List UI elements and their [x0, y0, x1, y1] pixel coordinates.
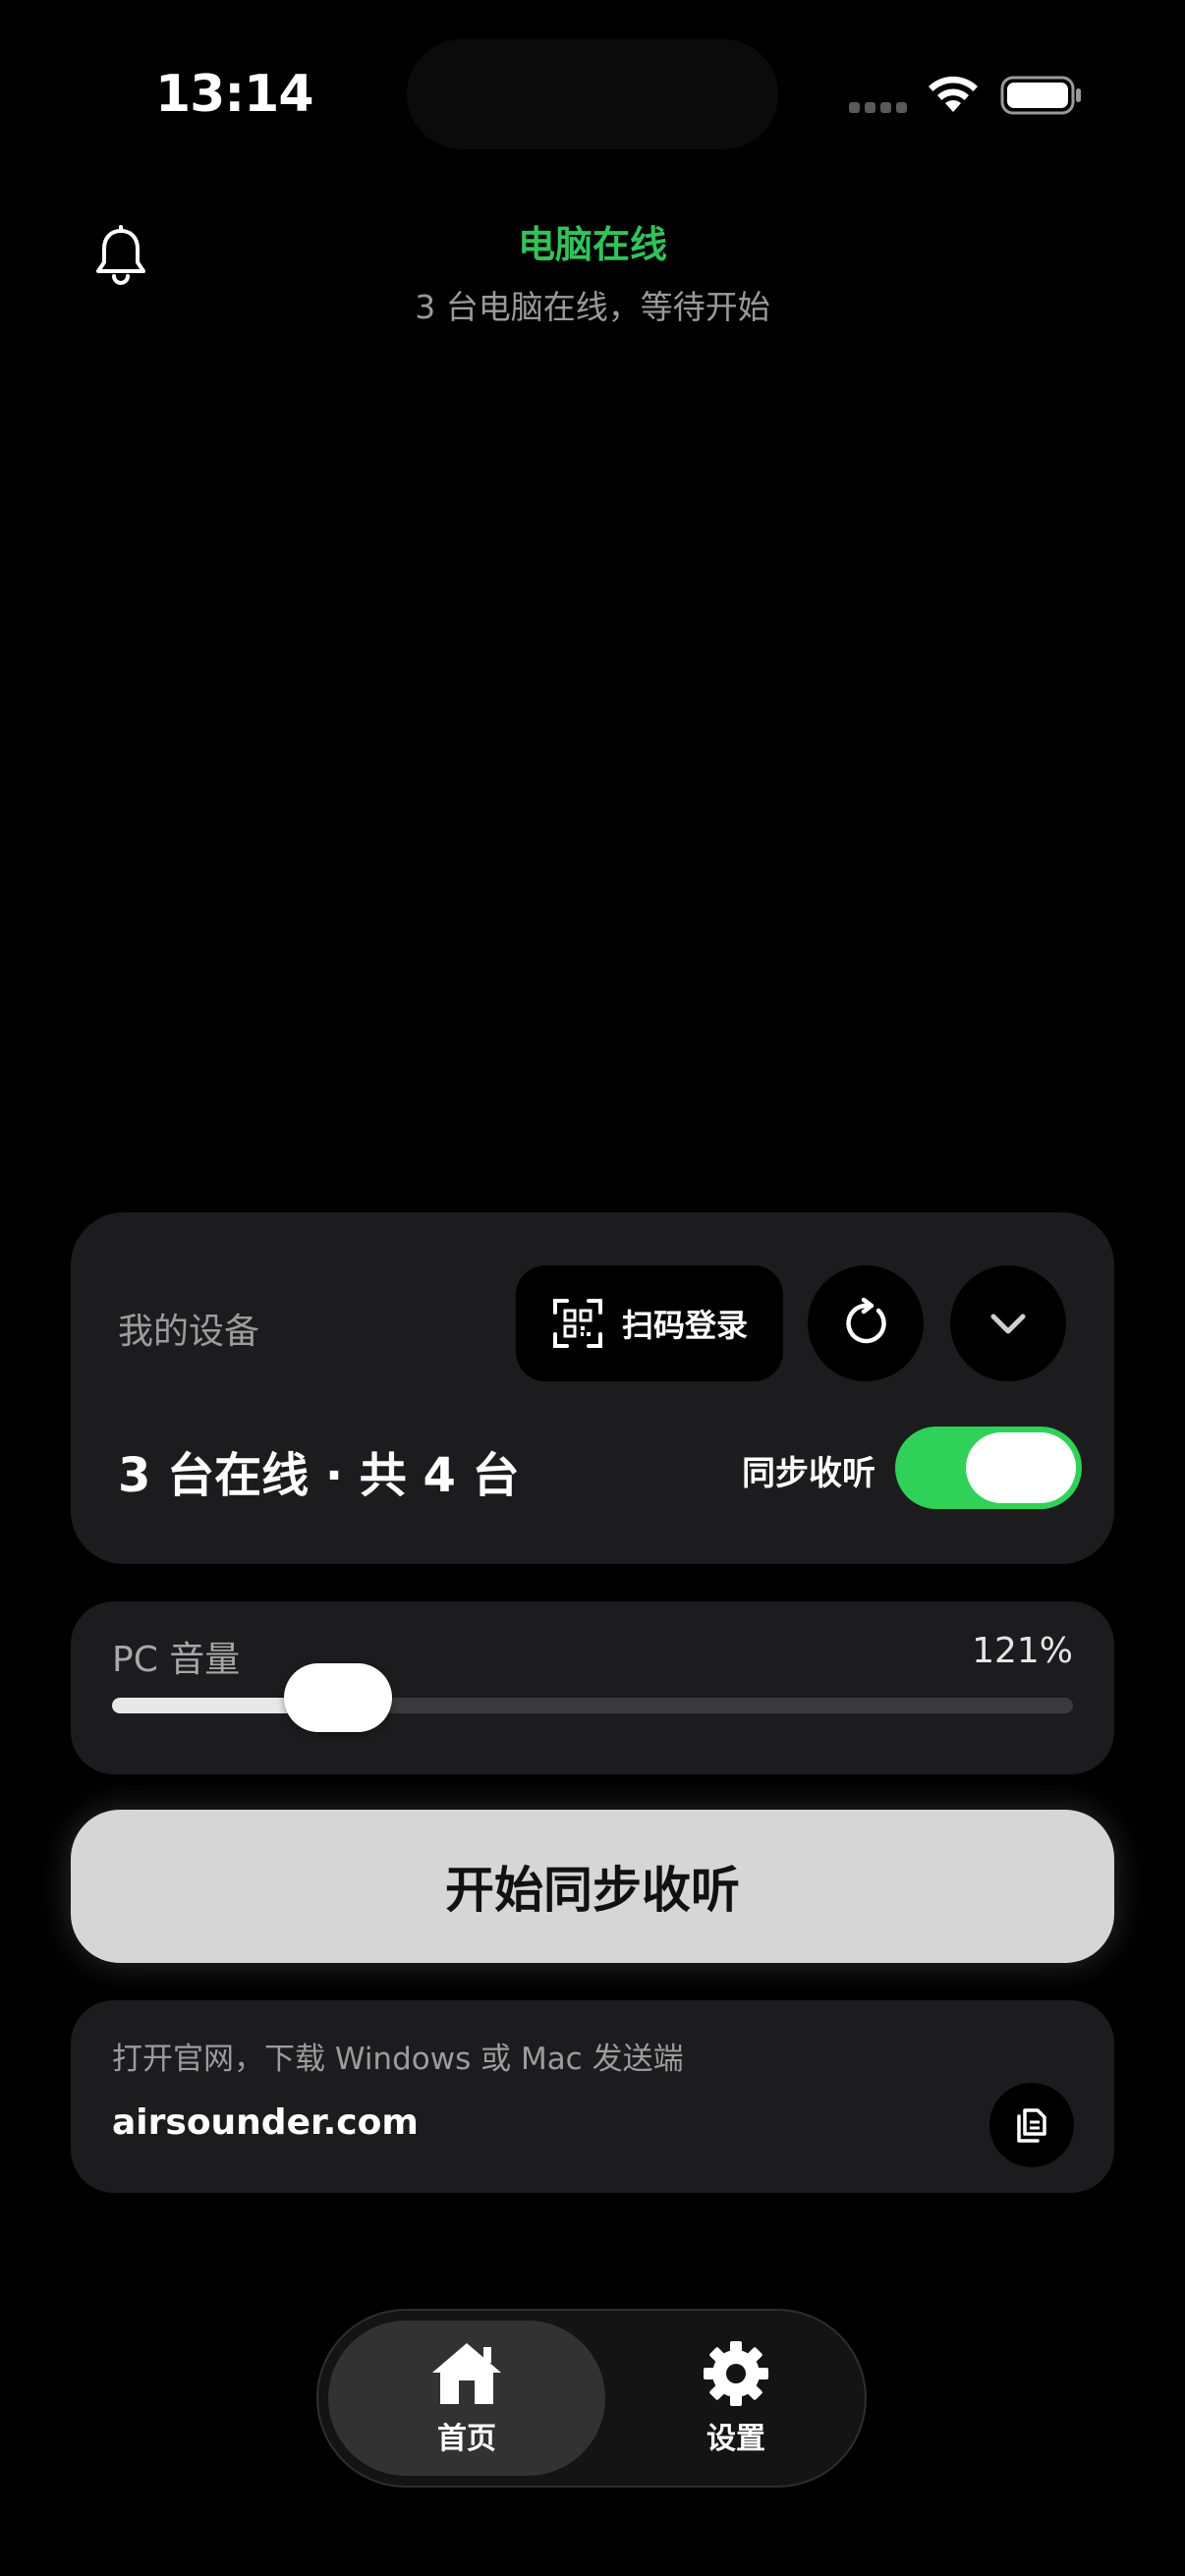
volume-label: PC 音量 [112, 1640, 241, 1680]
volume-card: PC 音量 121% [71, 1601, 1114, 1774]
status-time: 13:14 [155, 65, 314, 124]
volume-value: 121% [972, 1631, 1073, 1671]
toggle-knob [966, 1432, 1076, 1503]
qr-code-icon [552, 1299, 602, 1348]
website-card: 打开官网，下载 Windows 或 Mac 发送端 airsounder.com [71, 2000, 1114, 2193]
sync-listen-label: 同步收听 [742, 1454, 875, 1493]
tab-bar: 首页 设置 [316, 2309, 867, 2488]
device-section-label: 我的设备 [118, 1312, 260, 1352]
refresh-icon [846, 1297, 886, 1344]
battery-icon [1000, 76, 1081, 115]
copy-icon [1017, 2108, 1046, 2143]
connection-status-title: 电脑在线 [517, 223, 667, 266]
cellular-signal-icon [849, 102, 907, 113]
tab-home[interactable]: 首页 [328, 2321, 605, 2476]
scan-login-button[interactable]: 扫码登录 [516, 1265, 783, 1381]
copy-url-button[interactable] [989, 2083, 1074, 2167]
tab-home-label: 首页 [437, 2422, 496, 2456]
start-sync-label: 开始同步收听 [445, 1862, 740, 1919]
connection-status-subtitle: 3 台电脑在线，等待开始 [415, 288, 770, 326]
device-count-summary: 3 台在线 · 共 4 台 [118, 1448, 520, 1503]
chevron-down-icon [990, 1314, 1026, 1334]
tab-settings-label: 设置 [706, 2422, 765, 2456]
expand-devices-button[interactable] [950, 1265, 1066, 1381]
volume-slider-thumb[interactable] [283, 1663, 392, 1732]
sync-listen-toggle[interactable] [895, 1427, 1082, 1509]
scan-login-label: 扫码登录 [621, 1307, 748, 1344]
gear-icon [704, 2341, 768, 2406]
volume-slider[interactable] [112, 1663, 1073, 1732]
website-hint: 打开官网，下载 Windows 或 Mac 发送端 [112, 2042, 684, 2077]
start-sync-button[interactable]: 开始同步收听 [71, 1810, 1114, 1963]
website-url[interactable]: airsounder.com [112, 2102, 419, 2143]
tab-settings[interactable]: 设置 [613, 2321, 859, 2476]
home-icon [432, 2343, 501, 2404]
refresh-button[interactable] [808, 1265, 924, 1381]
device-card: 我的设备 扫码登录 3 台在线 · 共 4 台 同步收听 [71, 1212, 1114, 1564]
wifi-icon [929, 76, 978, 112]
dynamic-island [407, 39, 778, 149]
